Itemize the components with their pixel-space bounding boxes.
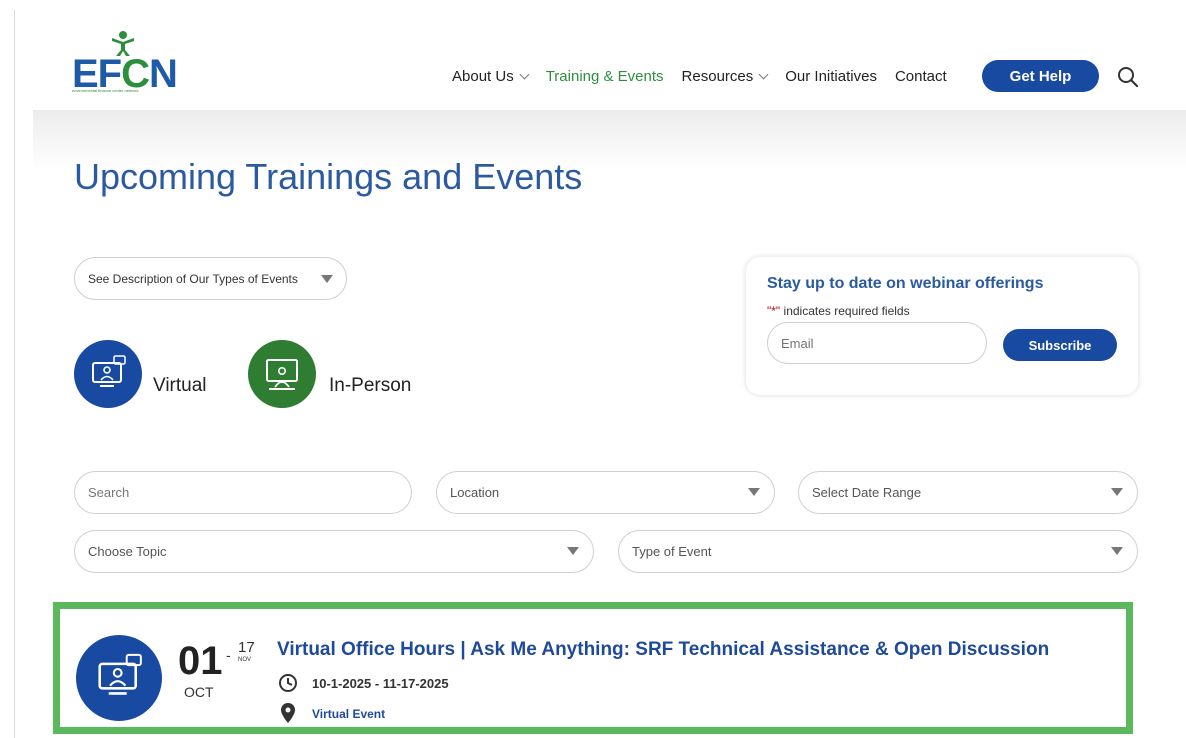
event-card[interactable]: 01 - 17 NOV OCT Virtual Office Hours | A… xyxy=(53,602,1133,734)
chevron-down-icon xyxy=(758,69,769,79)
virtual-event-icon xyxy=(76,635,162,721)
subscribe-panel: Stay up to date on webinar offerings "*"… xyxy=(746,257,1138,395)
dropdown-arrow-icon xyxy=(567,547,579,555)
virtual-meeting-icon xyxy=(98,653,142,695)
date-range-select[interactable]: Select Date Range xyxy=(798,471,1138,514)
location-select[interactable]: Location xyxy=(436,471,775,514)
main-nav: About Us Training & Events Resources Our… xyxy=(452,60,965,92)
event-type-label: Type of Event xyxy=(632,544,712,559)
event-end-day: 17 xyxy=(238,639,255,656)
logo-tagline: environmental finance center network xyxy=(72,88,139,93)
topic-label: Choose Topic xyxy=(88,544,167,559)
dropdown-arrow-icon xyxy=(1111,547,1123,555)
search-icon[interactable] xyxy=(1116,65,1140,89)
clock-icon xyxy=(279,674,297,692)
get-help-button[interactable]: Get Help xyxy=(982,60,1099,92)
event-type-select[interactable]: Type of Event xyxy=(618,530,1138,573)
page-title: Upcoming Trainings and Events xyxy=(74,156,583,197)
nav-resources[interactable]: Resources xyxy=(682,68,769,85)
subscribe-title: Stay up to date on webinar offerings xyxy=(767,275,1044,292)
in-person-type-icon xyxy=(248,340,316,408)
location-pin-icon xyxy=(281,703,295,723)
subscribe-button[interactable]: Subscribe xyxy=(1003,329,1117,361)
efcn-logo[interactable]: EFCN environmental finance center networ… xyxy=(72,30,178,96)
virtual-type-label: Virtual xyxy=(153,375,207,396)
search-placeholder: Search xyxy=(88,485,130,500)
dropdown-arrow-icon xyxy=(748,488,760,496)
search-input[interactable]: Search xyxy=(74,471,412,514)
topic-select[interactable]: Choose Topic xyxy=(74,530,594,573)
virtual-meeting-icon xyxy=(92,355,126,387)
presentation-icon xyxy=(266,359,298,390)
nav-training-events[interactable]: Training & Events xyxy=(546,68,664,85)
date-separator: - xyxy=(226,647,231,663)
nav-contact[interactable]: Contact xyxy=(895,68,947,85)
event-start-month: OCT xyxy=(184,684,214,700)
dropdown-label: See Description of Our Types of Events xyxy=(88,271,298,286)
event-types-description-dropdown[interactable]: See Description of Our Types of Events xyxy=(74,257,347,300)
required-fields-note: "*" indicates required fields xyxy=(767,304,910,318)
event-date-range: 10-1-2025 - 11-17-2025 xyxy=(312,676,449,691)
location-label: Location xyxy=(450,485,500,500)
virtual-type-icon xyxy=(74,340,142,408)
nav-about-us[interactable]: About Us xyxy=(452,68,530,85)
dropdown-arrow-icon xyxy=(321,275,333,283)
event-end-month: NOV xyxy=(238,657,252,663)
nav-our-initiatives[interactable]: Our Initiatives xyxy=(785,68,877,85)
event-start-day: 01 xyxy=(178,639,223,683)
event-title-link[interactable]: Virtual Office Hours | Ask Me Anything: … xyxy=(277,639,1049,661)
chevron-down-icon xyxy=(519,69,530,79)
email-field[interactable] xyxy=(767,322,987,364)
date-range-label: Select Date Range xyxy=(812,485,922,500)
dropdown-arrow-icon xyxy=(1111,488,1123,496)
in-person-type-label: In-Person xyxy=(329,375,412,396)
event-location: Virtual Event xyxy=(312,707,386,721)
